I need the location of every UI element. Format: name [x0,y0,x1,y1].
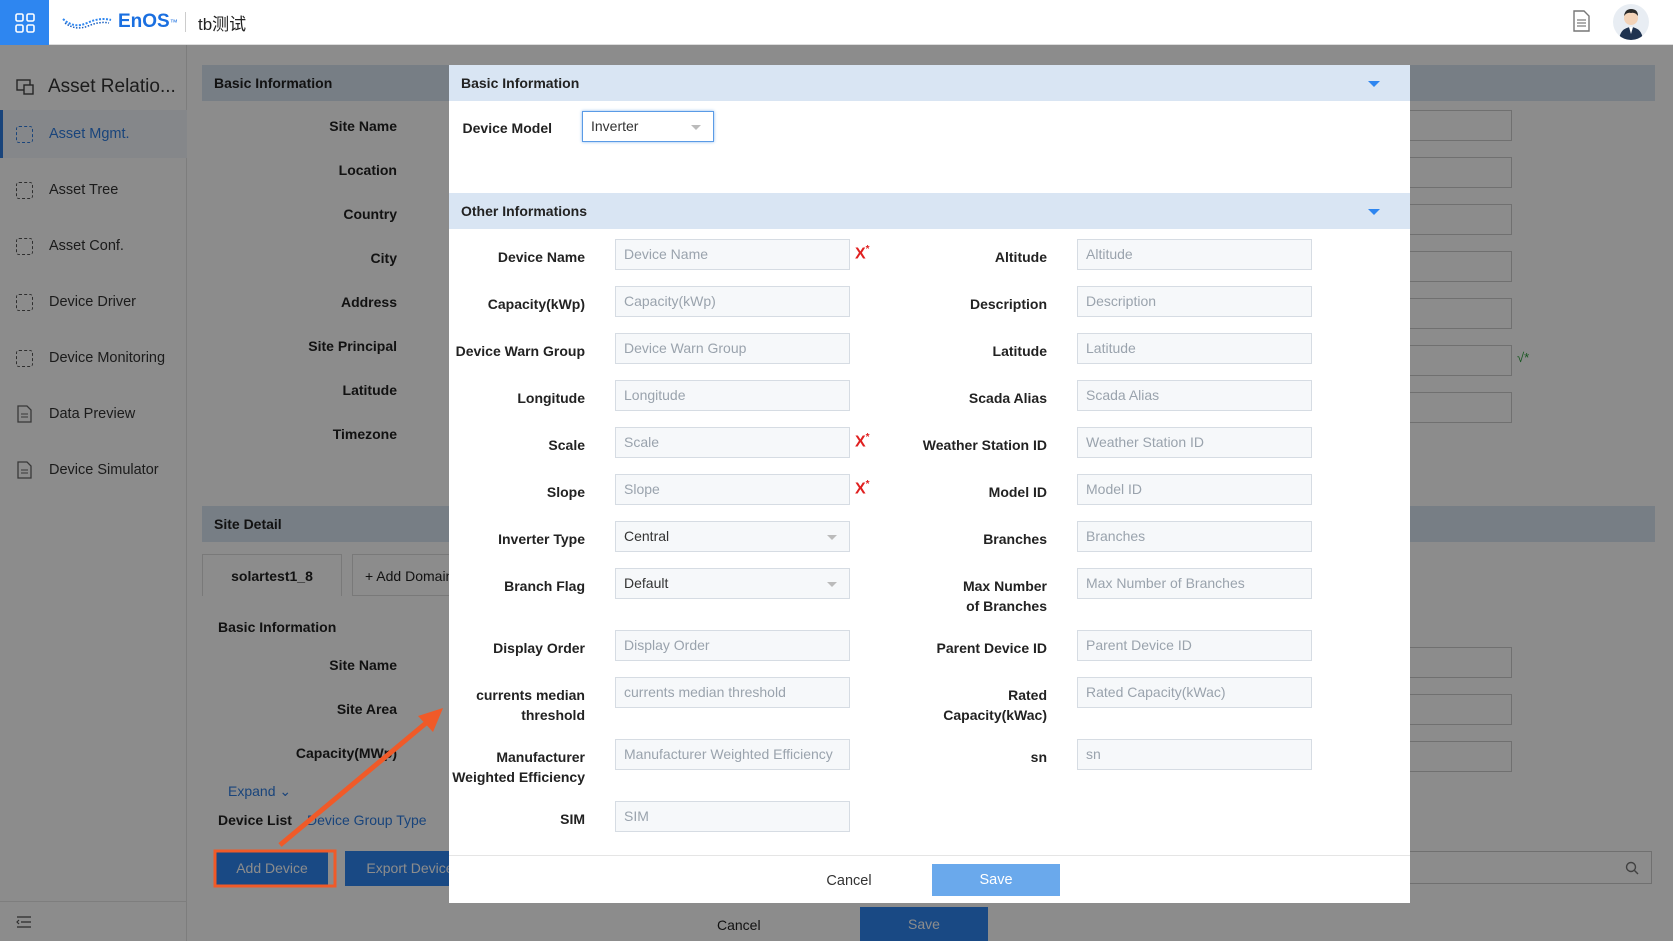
device-warn-group-input[interactable]: Device Warn Group [615,333,850,364]
logo-trademark: ™ [169,17,178,27]
cancel-button[interactable]: Cancel [809,866,889,896]
user-avatar[interactable] [1613,4,1649,40]
device-warn-group-label: Device Warn Group [455,343,585,359]
inverter-type-select[interactable]: Central [615,521,850,552]
branches-input[interactable]: Branches [1077,521,1312,552]
section-title: Other Informations [461,203,588,219]
manufacturer-weighted-efficiency-input[interactable]: Manufacturer Weighted Efficiency [615,739,850,770]
max-number-of-branches-input[interactable]: Max Number of Branches [1077,568,1312,599]
altitude-input[interactable]: Altitude [1077,239,1312,270]
display-order-label: Display Order [493,640,585,656]
add-device-modal: Basic Information Device Model Inverter … [449,65,1410,903]
weather-station-id-label: Weather Station ID [922,437,1047,453]
modal-basic-info-header[interactable]: Basic Information [449,65,1410,101]
slope-label: Slope [546,484,585,500]
required-mark: X* [855,244,870,263]
branch-flag-label: Branch Flag [504,578,585,594]
capacity-kwp-input[interactable]: Capacity(kWp) [615,286,850,317]
description-input[interactable]: Description [1077,286,1312,317]
branches-label: Branches [983,531,1047,547]
rated-capacity-kwac-label: Rated Capacity(kWac) [943,687,1047,723]
required-mark: X* [855,432,870,451]
weather-station-id-input[interactable]: Weather Station ID [1077,427,1312,458]
scada-alias-input[interactable]: Scada Alias [1077,380,1312,411]
device-model-select[interactable]: Inverter [582,111,714,142]
modal-other-info-header[interactable]: Other Informations [449,193,1410,229]
device-name-input[interactable]: Device Name [615,239,850,270]
sim-label: SIM [560,811,585,827]
sn-input[interactable]: sn [1077,739,1312,770]
branch-flag-select[interactable]: Default [615,568,850,599]
longitude-input[interactable]: Longitude [615,380,850,411]
scada-alias-label: Scada Alias [968,390,1047,406]
divider [185,12,186,32]
currents-median-threshold-input[interactable]: currents median threshold [615,677,850,708]
required-mark-x: X [855,480,866,498]
parent-device-id-label: Parent Device ID [936,640,1048,656]
altitude-label: Altitude [994,249,1047,265]
logo-wave-icon [62,18,112,29]
model-id-label: Model ID [988,484,1047,500]
required-mark-x: X [855,245,866,263]
display-order-input[interactable]: Display Order [615,630,850,661]
device-model-label: Device Model [462,120,552,136]
grid-icon [14,12,35,33]
scale-label: Scale [548,437,585,453]
required-mark-x: X [855,433,866,451]
description-label: Description [969,296,1047,312]
latitude-label: Latitude [992,343,1047,359]
longitude-label: Longitude [517,390,585,406]
scale-input[interactable]: Scale [615,427,850,458]
sim-input[interactable]: SIM [615,801,850,832]
currents-median-threshold-label: currents median threshold [476,687,585,723]
logo-text: EnOS [118,11,170,32]
inverter-type-label: Inverter Type [498,531,585,547]
parent-device-id-input[interactable]: Parent Device ID [1077,630,1312,661]
app-name: tb测试 [198,15,247,34]
max-number-of-branches-label: Max Number of Branches [962,578,1047,614]
model-id-input[interactable]: Model ID [1077,474,1312,505]
latitude-input[interactable]: Latitude [1077,333,1312,364]
caret-down-icon [1368,209,1380,215]
rated-capacity-kwac-input[interactable]: Rated Capacity(kWac) [1077,677,1312,708]
capacity-kwp-label: Capacity(kWp) [487,296,585,312]
slope-input[interactable]: Slope [615,474,850,505]
save-button[interactable]: Save [932,864,1060,896]
required-mark: X* [855,479,870,498]
document-icon[interactable] [1571,10,1591,32]
manufacturer-weighted-efficiency-label: Manufacturer Weighted Efficiency [452,749,585,785]
sn-label: sn [1030,749,1047,765]
section-title: Basic Information [461,75,580,91]
modal-footer: Cancel Save [449,855,1410,903]
app-grid-button[interactable] [0,0,49,45]
device-name-label: Device Name [497,249,585,265]
caret-down-icon [1368,81,1380,87]
top-bar: EnOS ™ tb测试 [0,0,1673,45]
enos-logo[interactable]: EnOS ™ [62,11,178,33]
